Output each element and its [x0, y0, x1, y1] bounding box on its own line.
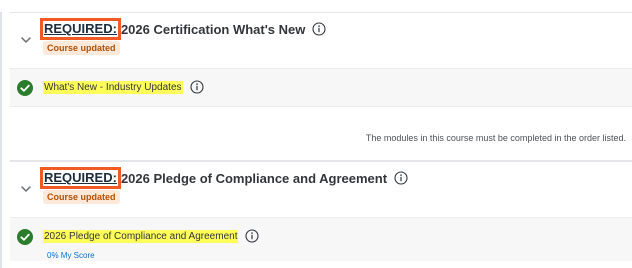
check-circle-icon	[17, 229, 33, 245]
chevron-down-icon[interactable]	[19, 182, 33, 196]
course-list: REQUIRED: 2026 Certification What's New …	[0, 0, 632, 268]
course-card: REQUIRED: 2026 Pledge of Compliance and …	[10, 161, 632, 261]
module-title-text[interactable]: 2026 Pledge of Compliance and Agreement	[43, 229, 239, 243]
course-title[interactable]: REQUIRED: 2026 Certification What's New	[40, 18, 326, 40]
info-icon[interactable]	[394, 171, 408, 185]
module-title[interactable]: 2026 Pledge of Compliance and Agreement	[43, 229, 260, 243]
module-row[interactable]: 2026 Pledge of Compliance and Agreement …	[10, 217, 632, 261]
status-badge: Course updated	[43, 41, 120, 55]
info-icon[interactable]	[312, 22, 326, 36]
required-label: REQUIRED:	[40, 167, 121, 189]
info-icon[interactable]	[245, 229, 260, 243]
course-header[interactable]: REQUIRED: 2026 Pledge of Compliance and …	[10, 162, 632, 217]
order-note: The modules in this course must be compl…	[365, 133, 626, 143]
chevron-down-icon[interactable]	[19, 33, 33, 47]
module-title-text[interactable]: What's New - Industry Updates	[43, 80, 183, 94]
required-label: REQUIRED:	[40, 18, 121, 40]
course-title-text: 2026 Certification What's New	[120, 21, 306, 37]
my-score-link[interactable]: 0% My Score	[47, 251, 95, 260]
course-card: REQUIRED: 2026 Certification What's New …	[10, 12, 632, 161]
module-row[interactable]: What's New - Industry Updates	[10, 68, 632, 106]
left-divider	[0, 12, 2, 268]
course-title[interactable]: REQUIRED: 2026 Pledge of Compliance and …	[40, 167, 408, 189]
check-circle-icon	[17, 80, 33, 96]
module-title[interactable]: What's New - Industry Updates	[43, 80, 204, 94]
course-header[interactable]: REQUIRED: 2026 Certification What's New …	[10, 13, 632, 68]
course-title-text: 2026 Pledge of Compliance and Agreement	[120, 170, 388, 186]
info-icon[interactable]	[189, 80, 204, 94]
status-badge: Course updated	[43, 190, 120, 204]
order-requirement: The modules in this course must be compl…	[10, 106, 632, 161]
